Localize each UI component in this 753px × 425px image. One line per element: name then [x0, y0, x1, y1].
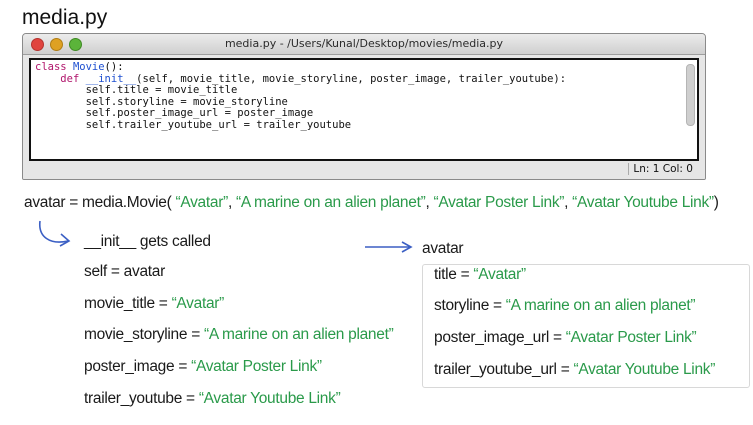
editor-window: media.py - /Users/Kunal/Desktop/movies/m…: [22, 33, 706, 180]
attr-storyline: storyline = “A marine on an alien planet…: [434, 297, 696, 315]
attr-title-label: title =: [434, 266, 474, 283]
cursor-position: Ln: 1 Col: 0: [628, 163, 693, 175]
object-name: avatar: [422, 240, 464, 257]
instantiation-prefix: avatar = media.Movie(: [24, 194, 176, 211]
param-poster-image: poster_image = “Avatar Poster Link”: [84, 358, 322, 376]
code-block: class Movie(): def __init__(self, movie_…: [31, 60, 697, 131]
attr-trailer-youtube-url: trailer_youtube_url = “Avatar Youtube Li…: [434, 361, 715, 379]
curved-arrow-icon: [39, 220, 71, 247]
attr-trailer-value: “Avatar Youtube Link”: [573, 361, 716, 378]
code-editor[interactable]: class Movie(): def __init__(self, movie_…: [29, 58, 699, 161]
param-trailer-youtube: trailer_youtube = “Avatar Youtube Link”: [84, 390, 341, 408]
attr-poster-image-url: poster_image_url = “Avatar Poster Link”: [434, 329, 697, 347]
arg-storyline: “A marine on an alien planet”: [235, 194, 426, 211]
code-line-5: self.poster_image_url = poster_image: [85, 107, 314, 119]
right-arrow-icon: [365, 241, 413, 253]
code-line-1-rest: ():: [104, 61, 124, 73]
window-titlebar: media.py - /Users/Kunal/Desktop/movies/m…: [23, 34, 705, 55]
attr-title: title = “Avatar”: [434, 266, 526, 284]
self-assignment: self = avatar: [84, 263, 165, 280]
param-poster-image-value: “Avatar Poster Link”: [191, 358, 322, 375]
attr-storyline-label: storyline =: [434, 297, 506, 314]
param-movie-title-label: movie_title =: [84, 295, 172, 312]
init-called-text: __init__ gets called: [84, 233, 211, 250]
param-movie-storyline-label: movie_storyline =: [84, 326, 204, 343]
attr-title-value: “Avatar”: [473, 266, 526, 283]
instantiation-line: avatar = media.Movie( “Avatar”, “A marin…: [24, 194, 719, 212]
code-class-name: Movie: [72, 61, 105, 73]
param-movie-title: movie_title = “Avatar”: [84, 295, 224, 313]
status-bar: Ln: 1 Col: 0: [23, 161, 705, 179]
attr-poster-value: “Avatar Poster Link”: [565, 329, 697, 346]
param-movie-title-value: “Avatar”: [171, 295, 225, 312]
param-movie-storyline: movie_storyline = “A marine on an alien …: [84, 326, 394, 344]
param-movie-storyline-value: “A marine on an alien planet”: [203, 326, 394, 343]
vertical-scrollbar[interactable]: [686, 64, 695, 126]
attr-poster-label: poster_image_url =: [434, 329, 566, 346]
code-keyword-class: class: [35, 61, 67, 73]
arg-sep-1: ,: [227, 194, 236, 211]
attr-trailer-label: trailer_youtube_url =: [434, 361, 574, 378]
code-line-6: self.trailer_youtube_url = trailer_youtu…: [85, 118, 352, 131]
code-keyword-def: def: [60, 72, 80, 85]
code-line-2-rest: (self, movie_title, movie_storyline, pos…: [136, 72, 567, 85]
param-trailer-youtube-label: trailer_youtube =: [84, 390, 199, 407]
instantiation-suffix: ): [713, 194, 719, 211]
param-trailer-youtube-value: “Avatar Youtube Link”: [198, 390, 341, 407]
code-line-3: self.title = movie_title: [85, 84, 238, 96]
attr-storyline-value: “A marine on an alien planet”: [505, 297, 696, 314]
arg-poster: “Avatar Poster Link”: [433, 194, 565, 211]
window-title: media.py - /Users/Kunal/Desktop/movies/m…: [224, 37, 504, 50]
code-line-4: self.storyline = movie_storyline: [85, 95, 288, 108]
page-heading: media.py: [22, 6, 108, 29]
arg-trailer: “Avatar Youtube Link”: [572, 194, 714, 211]
code-function-name: __init__: [85, 72, 137, 85]
param-poster-image-label: poster_image =: [84, 358, 192, 375]
arg-title: “Avatar”: [175, 194, 228, 211]
arg-sep-3: ,: [564, 194, 573, 211]
